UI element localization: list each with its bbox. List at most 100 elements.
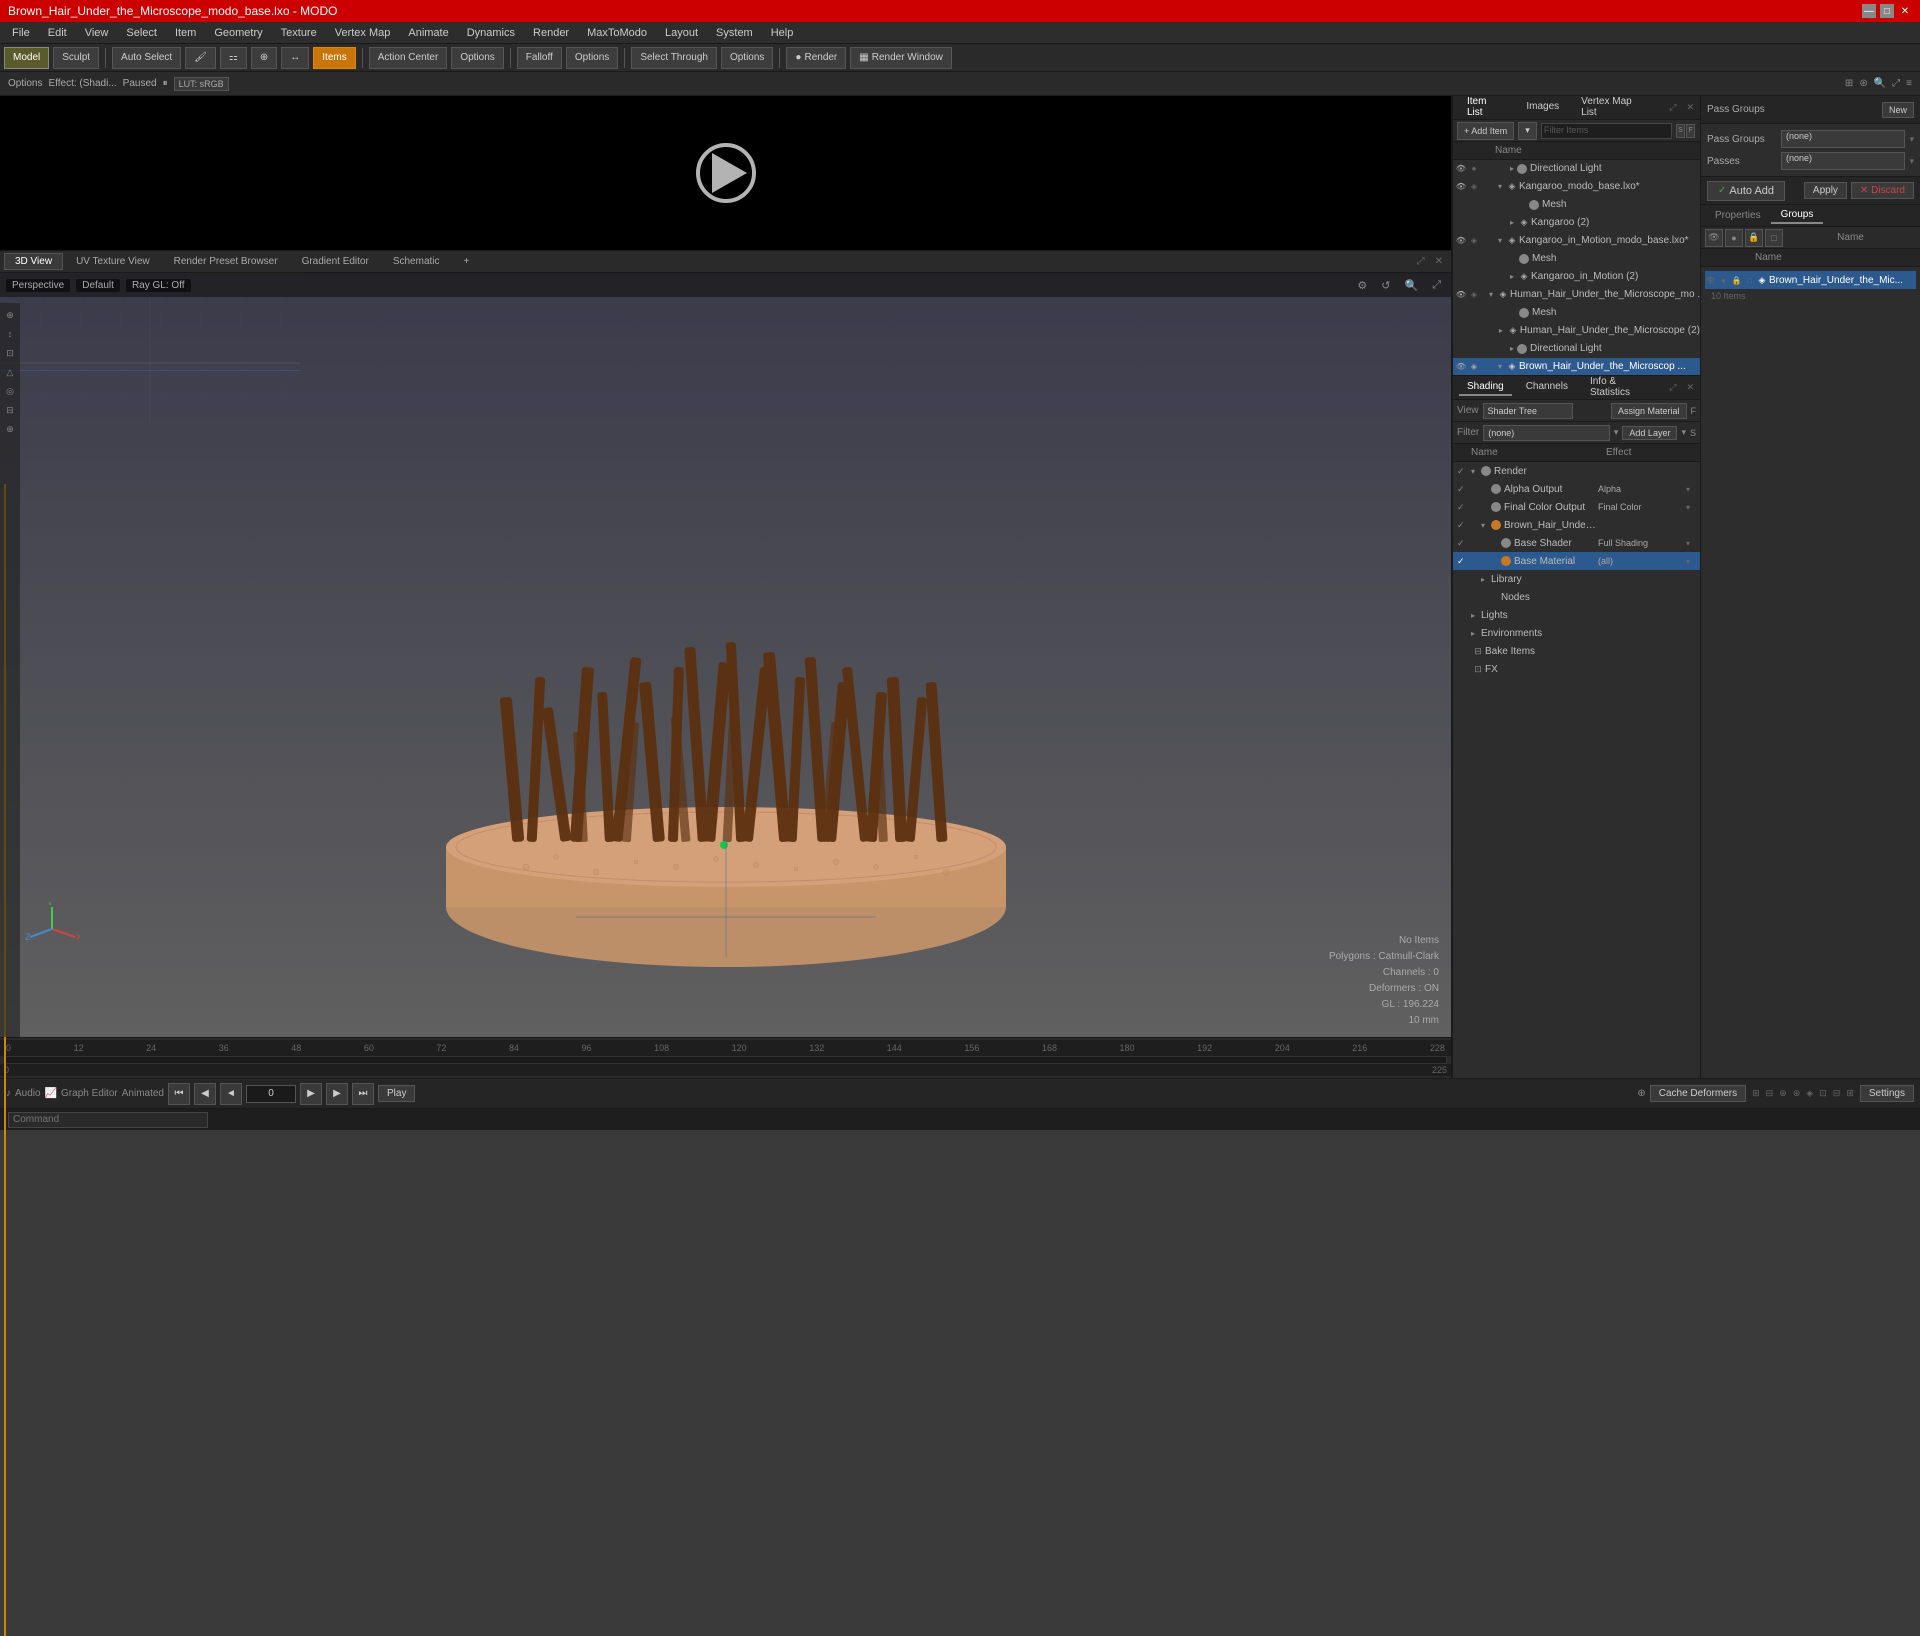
base-shader-vis[interactable]: ✓ xyxy=(1457,538,1471,549)
effect-dropdown-base-shader[interactable]: ▾ xyxy=(1686,539,1696,548)
shader-item-library[interactable]: ▸ Library xyxy=(1453,570,1700,588)
eye-icon[interactable]: 👁 xyxy=(1455,181,1467,193)
effect-dropdown-base-mat[interactable]: ▾ xyxy=(1686,557,1696,566)
menu-item[interactable]: Item xyxy=(167,25,204,41)
group-item-brown-hair[interactable]: 👁 ● 🔒 □ ◈ Brown_Hair_Under_the_Mic... xyxy=(1705,271,1916,289)
render-vis-icon[interactable]: ◈ xyxy=(1468,181,1480,193)
options-button-1[interactable]: Options xyxy=(451,47,503,69)
s-filter-label[interactable]: S xyxy=(1690,428,1696,438)
play-button[interactable]: ▶ xyxy=(300,1083,322,1105)
expand-icon[interactable]: ⤢ xyxy=(1892,78,1900,89)
apply-button[interactable]: Apply xyxy=(1804,182,1847,199)
shader-item-environments[interactable]: ▸ Environments xyxy=(1453,624,1700,642)
transport-icon-5[interactable]: ◈ xyxy=(1804,1088,1815,1099)
passes-dropdown[interactable]: (none) xyxy=(1781,152,1905,170)
shading-label[interactable]: Default xyxy=(76,279,120,292)
vp-settings-icon[interactable]: ⚙ xyxy=(1353,279,1371,292)
audio-icon[interactable]: ♪ xyxy=(6,1088,11,1099)
vp-refresh-icon[interactable]: ↺ xyxy=(1377,279,1394,292)
command-input[interactable] xyxy=(8,1112,208,1128)
filter-dropdown-arrow[interactable]: ▾ xyxy=(1614,427,1619,438)
discard-button[interactable]: ✕ Discard xyxy=(1851,182,1914,199)
tab-uv-texture[interactable]: UV Texture View xyxy=(65,253,161,270)
close-panel-icon[interactable]: ✕ xyxy=(1682,102,1694,113)
transport-icon-3[interactable]: ⊕ xyxy=(1777,1088,1789,1099)
tab-item-list[interactable]: Item List xyxy=(1459,94,1512,122)
menu-help[interactable]: Help xyxy=(763,25,802,41)
render-vis-icon[interactable]: ◈ xyxy=(1468,235,1480,247)
transport-icon-6[interactable]: ⊡ xyxy=(1817,1088,1829,1099)
expand-viewport-icon[interactable]: ⤢ xyxy=(1413,256,1429,267)
ray-gl-label[interactable]: Ray GL: Off xyxy=(126,279,191,292)
groups-lock-icon[interactable]: 🔒 xyxy=(1745,229,1763,247)
graph-editor-label[interactable]: Graph Editor xyxy=(61,1088,118,1099)
final-vis-check[interactable]: ✓ xyxy=(1457,502,1471,513)
animated-label[interactable]: Animated xyxy=(122,1088,164,1099)
shader-tree-dropdown[interactable]: Shader Tree xyxy=(1483,403,1573,419)
close-viewport-icon[interactable]: ✕ xyxy=(1431,256,1447,267)
cache-icon[interactable]: ⊕ xyxy=(1637,1088,1645,1099)
tree-node-kangaroo-motion-child[interactable]: ▸ ◈ Kangaroo_in_Motion (2) xyxy=(1491,268,1700,286)
vp-icon-7[interactable]: ⊕ xyxy=(2,421,18,437)
skip-end-button[interactable]: ⏭ xyxy=(352,1083,374,1105)
shader-item-fx[interactable]: ⊡ FX xyxy=(1453,660,1700,678)
f-label[interactable]: F xyxy=(1691,406,1697,416)
alpha-vis-check[interactable]: ✓ xyxy=(1457,484,1471,495)
render-button[interactable]: ● Render xyxy=(786,47,846,69)
effect-dropdown-final[interactable]: ▾ xyxy=(1686,503,1696,512)
group-lock-icon[interactable]: 🔒 xyxy=(1731,273,1742,287)
groups-render-icon[interactable]: ● xyxy=(1725,229,1743,247)
settings-button[interactable]: Settings xyxy=(1860,1085,1914,1102)
items-button[interactable]: Items xyxy=(313,47,355,69)
item-list-content[interactable]: 👁 ● ▸ Directional Light 👁 ◈ xyxy=(1453,160,1700,375)
add-layer-button[interactable]: Add Layer xyxy=(1622,426,1677,440)
menu-view[interactable]: View xyxy=(77,25,117,41)
tab-groups[interactable]: Groups xyxy=(1771,207,1824,224)
minimize-button[interactable]: — xyxy=(1862,4,1876,18)
expand-shading-icon[interactable]: ⤢ xyxy=(1669,382,1676,393)
f-button[interactable]: F xyxy=(1686,124,1695,138)
shader-item-lights[interactable]: ▸ Lights xyxy=(1453,606,1700,624)
eye-icon[interactable]: 👁 xyxy=(1455,289,1467,301)
shader-item-brown-hair-mat[interactable]: ✓ ▾ Brown_Hair_Under_the_Mi ... xyxy=(1453,516,1700,534)
s-button[interactable]: S xyxy=(1676,124,1685,138)
groups-check-icon[interactable]: □ xyxy=(1765,229,1783,247)
close-shading-icon[interactable]: ✕ xyxy=(1682,382,1694,393)
tree-node-brown-hair[interactable]: ▾ ◈ Brown_Hair_Under_the_Microscop ... xyxy=(1491,358,1700,376)
tree-node-mesh-3[interactable]: Mesh xyxy=(1491,304,1700,322)
tab-render-preset[interactable]: Render Preset Browser xyxy=(163,253,289,270)
vp-search-icon[interactable]: 🔍 xyxy=(1400,279,1422,292)
window-controls[interactable]: — □ ✕ xyxy=(1862,4,1912,18)
menu-vertex-map[interactable]: Vertex Map xyxy=(327,25,399,41)
render-vis-check[interactable]: ✓ xyxy=(1457,466,1471,477)
group-render-icon[interactable]: ● xyxy=(1718,273,1729,287)
tab-add[interactable]: + xyxy=(453,253,481,270)
pass-groups-dropdown[interactable]: (none) xyxy=(1781,130,1905,148)
menu-maxtoModo[interactable]: MaxToModo xyxy=(579,25,655,41)
tab-images[interactable]: Images xyxy=(1518,99,1567,116)
transport-icon-8[interactable]: ⊞ xyxy=(1844,1088,1856,1099)
vp-expand-icon[interactable]: ⤢ xyxy=(1428,279,1445,292)
shader-item-nodes[interactable]: Nodes xyxy=(1453,588,1700,606)
play-button-text[interactable]: Play xyxy=(378,1085,415,1102)
render-vis-icon[interactable]: ◈ xyxy=(1468,361,1480,373)
auto-select-button[interactable]: Auto Select xyxy=(112,47,181,69)
vp-icon-3[interactable]: ⊡ xyxy=(2,345,18,361)
next-frame-button[interactable]: ▶ xyxy=(326,1083,348,1105)
groups-eye-icon[interactable]: 👁 xyxy=(1705,229,1723,247)
perspective-label[interactable]: Perspective xyxy=(6,279,70,292)
vp-icon-6[interactable]: ⊟ xyxy=(2,402,18,418)
menu-select[interactable]: Select xyxy=(118,25,165,41)
base-mat-vis[interactable]: ✓ xyxy=(1457,556,1471,567)
vp-icon-2[interactable]: ↕ xyxy=(2,326,18,342)
assign-material-button[interactable]: Assign Material xyxy=(1611,403,1687,419)
eye-icon[interactable]: 👁 xyxy=(1455,361,1467,373)
more-icon[interactable]: ≡ xyxy=(1906,78,1912,89)
falloff-button[interactable]: Falloff xyxy=(517,47,562,69)
sculpt-button[interactable]: Sculpt xyxy=(53,47,99,69)
shader-item-base-material[interactable]: ✓ Base Material (all) ▾ xyxy=(1453,552,1700,570)
maximize-button[interactable]: □ xyxy=(1880,4,1894,18)
tab-shading[interactable]: Shading xyxy=(1459,379,1512,396)
render-window-button[interactable]: ▦ Render Window xyxy=(850,47,952,69)
audio-label[interactable]: Audio xyxy=(15,1088,41,1099)
